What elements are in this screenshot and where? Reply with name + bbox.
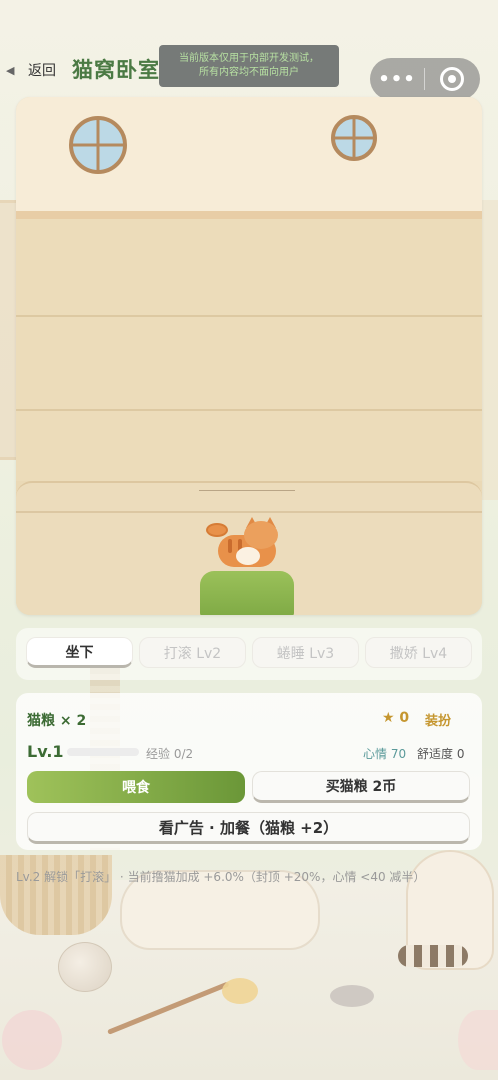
background-blossom-right xyxy=(458,1010,498,1070)
floor-line xyxy=(16,511,482,513)
star-count: ★ 0 xyxy=(382,710,410,726)
toast-line-1: 当前版本仅用于内部开发测试， xyxy=(179,53,319,64)
tab-sit[interactable]: 坐下 xyxy=(26,637,133,668)
orange-cat[interactable] xyxy=(206,517,286,573)
round-window-right xyxy=(331,115,377,161)
tab-curl-sleep[interactable]: 蜷睡 Lv3 xyxy=(252,637,359,668)
action-tabs: 坐下 打滚 Lv2 蜷睡 Lv3 撒娇 Lv4 xyxy=(16,628,482,680)
cat-head xyxy=(244,521,278,549)
xp-progress-bar xyxy=(67,748,139,756)
dress-up-button[interactable]: 装扮 xyxy=(425,710,451,729)
cat-tail xyxy=(206,523,228,537)
page-title: 猫窝卧室 xyxy=(72,58,160,82)
comfort-value: 舒适度 0 xyxy=(417,747,465,761)
dev-notice-toast: 当前版本仅用于内部开发测试， 所有内容均不面向用户 xyxy=(159,45,339,87)
cat-room-scene[interactable] xyxy=(16,97,482,615)
shelf-line xyxy=(199,490,295,491)
buy-cat-food-button[interactable]: 买猫粮 2币 xyxy=(252,771,470,803)
background-cat-wand xyxy=(107,981,230,1035)
back-arrow-icon: ◀ xyxy=(6,64,15,77)
feed-button[interactable]: 喂食 xyxy=(27,771,245,803)
cat-stripe xyxy=(228,539,232,553)
wall-plank-line xyxy=(16,409,482,411)
unlock-hint: Lv.2 解锁「打滚」 · 当前撸猫加成 +6.0%（封顶 +20%，心情 <4… xyxy=(16,870,426,884)
back-label: 返回 xyxy=(28,63,56,79)
background-yarn-ball xyxy=(58,942,112,992)
miniprogram-capsule: ••• xyxy=(370,58,480,100)
cat-belly xyxy=(236,547,260,565)
background-toy-mouse xyxy=(330,985,374,1007)
target-icon xyxy=(440,67,464,91)
level-label: Lv.1 xyxy=(27,742,64,761)
background-feather xyxy=(222,978,258,1004)
background-cat-tail xyxy=(398,945,468,967)
room-wall xyxy=(16,219,482,481)
resource-row: 猫粮 × 2 ★ 0 装扮 xyxy=(27,710,471,729)
mood-value: 心情 70 xyxy=(363,747,407,761)
cat-status-panel: 猫粮 × 2 ★ 0 装扮 Lv.1 经验 0/2 心情 70 舒适度 0 喂食… xyxy=(16,693,482,850)
watch-ad-bonus-button[interactable]: 看广告 · 加餐（猫粮 +2） xyxy=(27,812,470,844)
back-button[interactable]: ◀ 返回 xyxy=(6,60,56,80)
cat-food-count: 猫粮 × 2 xyxy=(27,713,87,729)
level-row: Lv.1 经验 0/2 心情 70 舒适度 0 xyxy=(27,742,471,762)
navigation-bar: ◀ 返回 猫窝卧室 当前版本仅用于内部开发测试， 所有内容均不面向用户 ••• xyxy=(0,40,498,100)
ceiling-trim xyxy=(16,211,482,219)
toast-line-2: 所有内容均不面向用户 xyxy=(199,67,299,78)
background-blossom-left xyxy=(2,1010,62,1070)
more-menu-button[interactable]: ••• xyxy=(370,69,424,90)
more-dots-icon: ••• xyxy=(378,68,416,90)
background-basket xyxy=(0,855,112,935)
green-cushion[interactable] xyxy=(200,571,294,615)
background-floor xyxy=(0,880,498,1080)
tab-cuddle[interactable]: 撒娇 Lv4 xyxy=(365,637,472,668)
tab-roll[interactable]: 打滚 Lv2 xyxy=(139,637,246,668)
wall-plank-line xyxy=(16,315,482,317)
round-window-left xyxy=(69,116,127,174)
close-miniprogram-button[interactable] xyxy=(425,67,479,91)
xp-text: 经验 0/2 xyxy=(146,747,194,761)
